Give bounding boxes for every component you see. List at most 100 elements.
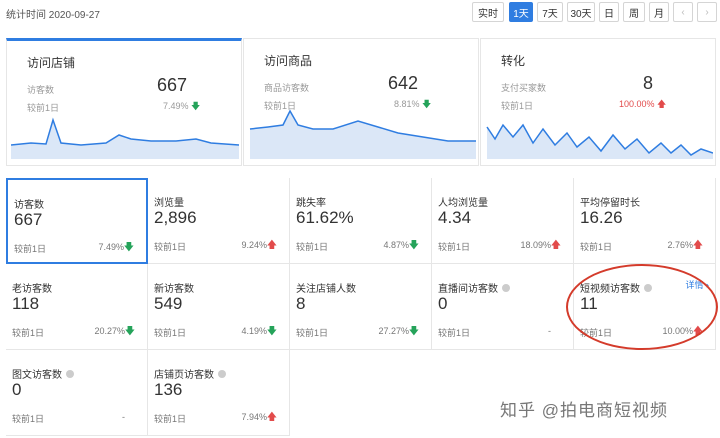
metric-compare: 较前1日 xyxy=(296,328,329,338)
dashboard: 统计时间 2020-09-27 实时 1天 7天 30天 日 周 月 ‹ › 访… xyxy=(0,0,720,438)
metric-label: 直播间访客数 xyxy=(438,280,510,295)
metric-label: 老访客数 xyxy=(12,284,52,295)
arrow-up-icon: 🡅 xyxy=(266,412,277,423)
metric-pct: 7.49% xyxy=(98,242,124,252)
metric-pct: 4.87% xyxy=(383,240,409,250)
overview-card-conversion[interactable]: 转化 支付买家数 8 较前1日 100.00% 🡅 xyxy=(480,38,716,166)
arrow-down-icon: 🡇 xyxy=(422,99,432,109)
stat-time: 统计时间 2020-09-27 xyxy=(6,10,100,21)
metric-pct: 4.19% xyxy=(241,326,267,336)
range-day-button[interactable]: 日 xyxy=(599,2,619,22)
info-icon[interactable] xyxy=(218,369,226,378)
overview-title: 访问商品 xyxy=(264,54,313,68)
metric-value: 549 xyxy=(154,294,183,313)
range-1day-button[interactable]: 1天 xyxy=(509,2,533,22)
arrow-down-icon: 🡇 xyxy=(191,101,201,111)
metric-label: 新访客数 xyxy=(154,284,194,295)
overview-pct: 100.00% 🡅 xyxy=(619,99,667,109)
chevron-left-icon[interactable]: ‹ xyxy=(673,2,693,22)
overview-sub: 支付买家数 xyxy=(501,83,547,93)
arrow-down-icon: 🡇 xyxy=(408,240,419,251)
overview-title: 访问店铺 xyxy=(27,56,76,70)
metric-value: 0 xyxy=(12,380,22,399)
metric-value: 61.62% xyxy=(296,208,354,227)
metric-compare: 较前1日 xyxy=(12,414,45,424)
metric-store-followers[interactable]: 关注店铺人数 8 较前1日 27.27% 🡇 xyxy=(290,264,432,350)
arrow-up-icon: 🡅 xyxy=(657,99,667,109)
metric-visitors[interactable]: 访客数 667 较前1日 7.49% 🡇 xyxy=(6,178,148,264)
metric-compare: 较前1日 xyxy=(154,414,187,424)
metric-label: 关注店铺人数 xyxy=(296,284,356,295)
arrow-down-icon: 🡇 xyxy=(123,242,134,253)
arrow-up-icon: 🡅 xyxy=(692,240,703,251)
metric-label: 平均停留时长 xyxy=(580,198,640,209)
metric-pct: 27.27% xyxy=(378,326,409,336)
overview-pct: 7.49% 🡇 xyxy=(163,101,201,111)
metric-value: 0 xyxy=(438,294,448,313)
overview-value: 642 xyxy=(388,73,419,93)
overview-compare: 较前1日 xyxy=(27,103,60,113)
arrow-down-icon: 🡇 xyxy=(266,326,277,337)
info-icon[interactable] xyxy=(502,283,510,292)
range-7day-button[interactable]: 7天 xyxy=(537,2,563,22)
range-month-button[interactable]: 月 xyxy=(649,2,669,22)
metric-compare: 较前1日 xyxy=(154,328,187,338)
toolbar: 统计时间 2020-09-27 实时 1天 7天 30天 日 周 月 ‹ › xyxy=(0,0,720,26)
metric-pct: 2.76% xyxy=(667,240,693,250)
info-icon[interactable] xyxy=(66,369,74,378)
metric-compare: 较前1日 xyxy=(438,242,471,252)
metric-compare: 较前1日 xyxy=(154,242,187,252)
metric-value: 8 xyxy=(296,294,306,313)
metric-compare: 较前1日 xyxy=(14,244,47,254)
metric-value: 667 xyxy=(14,210,43,229)
metric-returning-visitors[interactable]: 老访客数 118 较前1日 20.27% 🡇 xyxy=(6,264,148,350)
metric-pct: - xyxy=(122,412,125,422)
metric-avg-pageviews[interactable]: 人均浏览量 4.34 较前1日 18.09% 🡅 xyxy=(432,178,574,264)
watermark: 知乎 @拍电商短视频 xyxy=(500,401,668,420)
metric-pct: 20.27% xyxy=(94,326,125,336)
metric-value: 2,896 xyxy=(154,208,197,227)
metric-label: 图文访客数 xyxy=(12,366,74,381)
metric-label: 人均浏览量 xyxy=(438,198,488,209)
range-30day-button[interactable]: 30天 xyxy=(567,2,595,22)
metric-value: 4.34 xyxy=(438,208,472,227)
metric-compare: 较前1日 xyxy=(580,242,613,252)
metric-compare: 较前1日 xyxy=(438,328,471,338)
sparkline-store xyxy=(11,117,239,159)
chevron-right-icon[interactable]: › xyxy=(697,2,717,22)
range-week-button[interactable]: 周 xyxy=(623,2,645,22)
metric-avg-stay-time[interactable]: 平均停留时长 16.26 较前1日 2.76% 🡅 xyxy=(574,178,716,264)
metric-pct: 9.24% xyxy=(241,240,267,250)
metric-label: 浏览量 xyxy=(154,198,184,209)
metric-live-room-visitors[interactable]: 直播间访客数 0 较前1日 - xyxy=(432,264,574,350)
overview-card-product-visits[interactable]: 访问商品 商品访客数 642 较前1日 8.81% 🡇 xyxy=(243,38,479,166)
arrow-down-icon: 🡇 xyxy=(124,326,135,337)
metric-value: 118 xyxy=(12,294,40,313)
metric-value: 136 xyxy=(154,380,183,399)
metric-bounce-rate[interactable]: 跳失率 61.62% 较前1日 4.87% 🡇 xyxy=(290,178,432,264)
metric-compare: 较前1日 xyxy=(296,242,329,252)
overview-title: 转化 xyxy=(501,54,526,68)
metric-label: 访客数 xyxy=(14,200,44,211)
overview-value: 667 xyxy=(157,75,188,95)
metric-graphic-visitors[interactable]: 图文访客数 0 较前1日 - xyxy=(6,350,148,436)
metric-compare: 较前1日 xyxy=(12,328,45,338)
overview-sub: 商品访客数 xyxy=(264,83,310,93)
range-realtime-button[interactable]: 实时 xyxy=(472,2,504,22)
sparkline-product xyxy=(249,109,476,159)
metric-store-page-visitors[interactable]: 店铺页访客数 136 较前1日 7.94% 🡅 xyxy=(148,350,290,436)
metric-label: 跳失率 xyxy=(296,198,326,209)
overview-card-store-visits[interactable]: 访问店铺 访客数 667 较前1日 7.49% 🡇 xyxy=(6,38,242,166)
metric-pct: 18.09% xyxy=(520,240,551,250)
overview-compare: 较前1日 xyxy=(501,101,534,111)
metric-pct: 7.94% xyxy=(241,412,267,422)
overview-sub: 访客数 xyxy=(27,85,55,95)
metric-pct: - xyxy=(548,326,551,336)
arrow-up-icon: 🡅 xyxy=(266,240,277,251)
arrow-up-icon: 🡅 xyxy=(550,240,561,251)
metric-new-visitors[interactable]: 新访客数 549 较前1日 4.19% 🡇 xyxy=(148,264,290,350)
metric-pageviews[interactable]: 浏览量 2,896 较前1日 9.24% 🡅 xyxy=(148,178,290,264)
highlight-circle xyxy=(566,264,718,350)
metric-value: 16.26 xyxy=(580,208,623,227)
metric-label: 店铺页访客数 xyxy=(154,366,226,381)
